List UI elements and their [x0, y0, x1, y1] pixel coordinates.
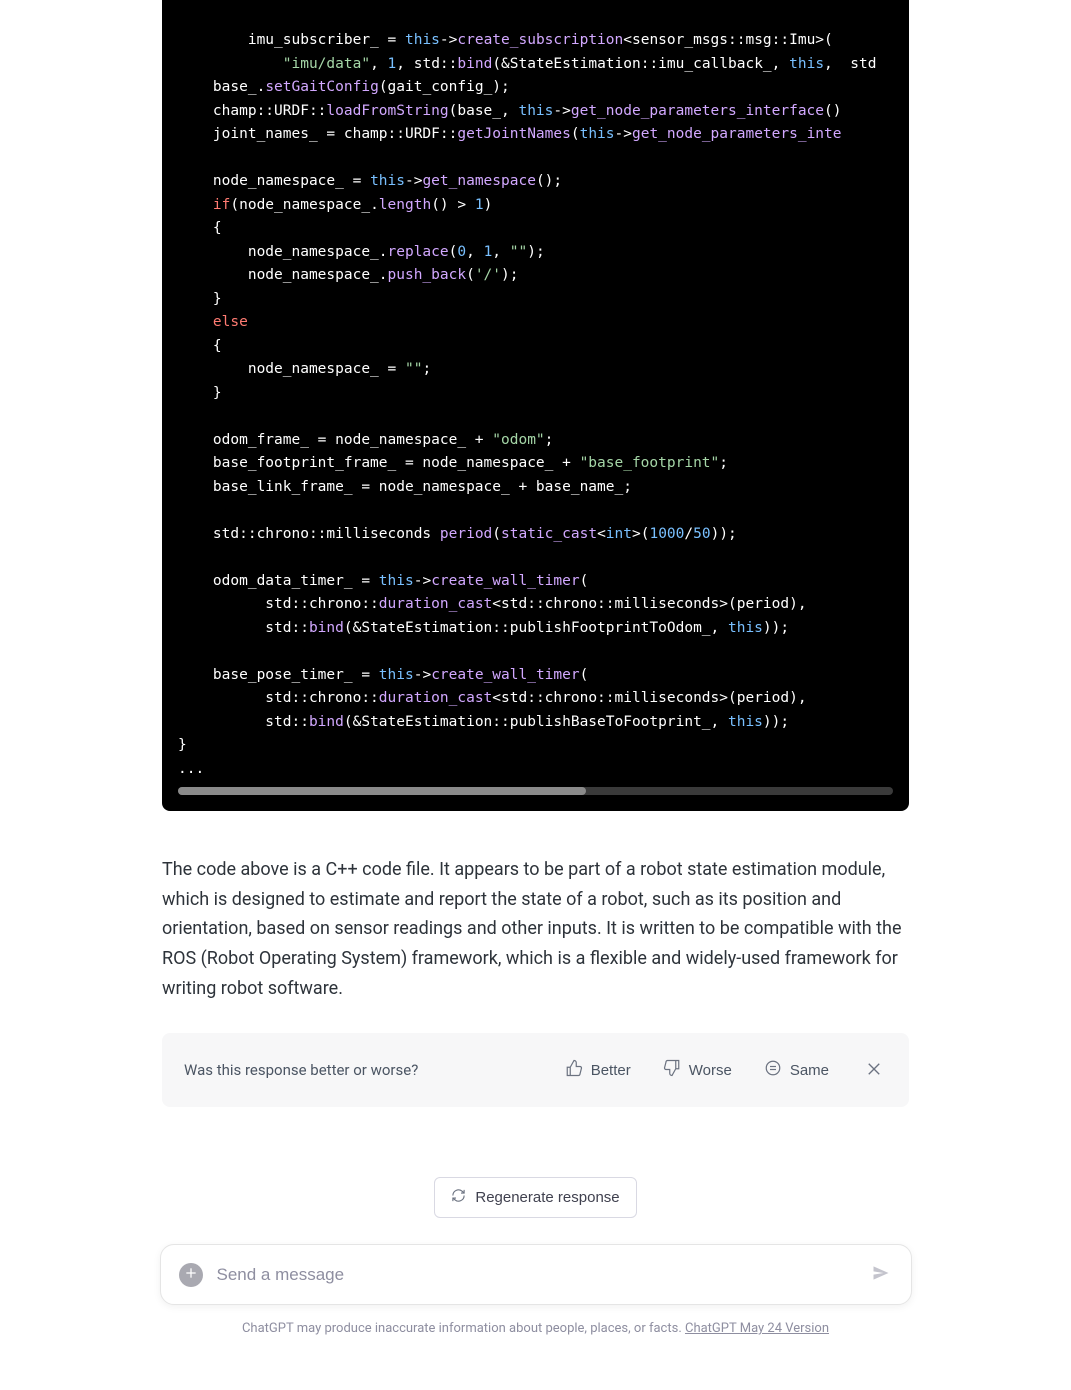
feedback-same-button[interactable]: Same — [754, 1053, 839, 1087]
feedback-worse-label: Worse — [689, 1062, 732, 1079]
assistant-explanation: The code above is a C++ code file. It ap… — [162, 855, 909, 1003]
feedback-close-button[interactable] — [861, 1056, 887, 1085]
scrollbar-thumb[interactable] — [178, 787, 586, 795]
regenerate-button[interactable]: Regenerate response — [434, 1177, 636, 1218]
version-link[interactable]: ChatGPT May 24 Version — [685, 1321, 829, 1336]
message-input-bar — [160, 1244, 912, 1305]
thumbs-up-icon — [565, 1059, 583, 1081]
plus-icon — [184, 1266, 198, 1283]
footer-disclaimer: ChatGPT may produce inaccurate informati… — [160, 1321, 912, 1336]
feedback-prompt: Was this response better or worse? — [184, 1061, 543, 1079]
equals-icon — [764, 1059, 782, 1081]
send-button[interactable] — [869, 1261, 893, 1288]
horizontal-scrollbar[interactable] — [178, 787, 893, 795]
feedback-better-label: Better — [591, 1062, 631, 1079]
feedback-same-label: Same — [790, 1062, 829, 1079]
close-icon — [865, 1066, 883, 1081]
attach-button[interactable] — [179, 1263, 203, 1287]
message-input[interactable] — [217, 1265, 855, 1285]
refresh-icon — [451, 1188, 466, 1207]
send-icon — [871, 1271, 891, 1286]
thumbs-down-icon — [663, 1059, 681, 1081]
regenerate-label: Regenerate response — [475, 1189, 619, 1206]
feedback-worse-button[interactable]: Worse — [653, 1053, 742, 1087]
feedback-better-button[interactable]: Better — [555, 1053, 641, 1087]
feedback-bar: Was this response better or worse? Bette… — [162, 1033, 909, 1107]
code-block: imu_subscriber_ = this->create_subscript… — [162, 0, 909, 811]
